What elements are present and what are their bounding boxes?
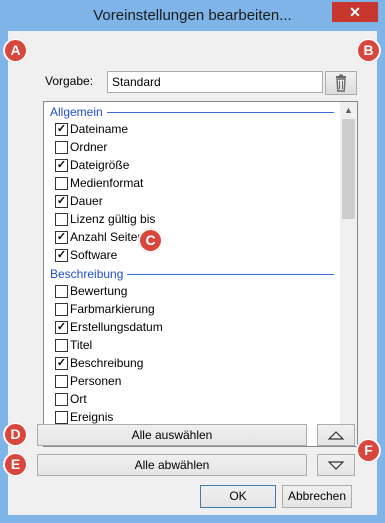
deselect-all-button[interactable]: Alle abwählen <box>37 454 307 476</box>
checkbox-unchecked[interactable] <box>55 177 68 190</box>
checkbox-checked[interactable]: ✓ <box>55 123 68 136</box>
scroll-up-arrow[interactable]: ▲ <box>340 102 357 119</box>
list-item-label: Anzahl Seiten <box>70 230 145 244</box>
marker-a: A <box>3 38 28 63</box>
dialog-window: Voreinstellungen bearbeiten... ✕ Vorgabe… <box>0 0 385 523</box>
checkbox-unchecked[interactable] <box>55 213 68 226</box>
list-item[interactable]: Ort <box>44 390 340 408</box>
checkbox-checked[interactable]: ✓ <box>55 195 68 208</box>
group-header: Beschreibung <box>44 264 340 282</box>
marker-b: B <box>356 38 381 63</box>
list-item[interactable]: ✓ Dateiname <box>44 120 340 138</box>
list-item[interactable]: ✓ Software <box>44 246 340 264</box>
checkbox-checked[interactable]: ✓ <box>55 357 68 370</box>
dialog-title: Voreinstellungen bearbeiten... <box>93 7 292 24</box>
trash-icon <box>336 74 346 92</box>
marker-d: D <box>3 422 28 447</box>
list-item[interactable]: Medienformat <box>44 174 340 192</box>
list-item[interactable]: Personen <box>44 372 340 390</box>
group-header-label: Allgemein <box>50 105 107 119</box>
list-item-label: Erstellungsdatum <box>70 320 163 334</box>
list-item-label: Ereignis <box>70 410 114 424</box>
checkbox-unchecked[interactable] <box>55 303 68 316</box>
checkbox-unchecked[interactable] <box>55 375 68 388</box>
list-item[interactable]: ✓ Beschreibung <box>44 354 340 372</box>
group-header: Allgemein <box>44 102 340 120</box>
cancel-button[interactable]: Abbrechen <box>282 485 352 508</box>
list-item-label: Beschreibung <box>70 356 144 370</box>
ok-button[interactable]: OK <box>200 485 276 508</box>
checkbox-unchecked[interactable] <box>55 393 68 406</box>
list-item-label: Farbmarkierung <box>70 302 155 316</box>
triangle-down-icon <box>327 461 345 470</box>
list-item-label: Dateiname <box>70 122 129 136</box>
column-listbox[interactable]: Allgemein ✓ Dateiname Ordner ✓ Dateigröße Medi… <box>43 101 358 447</box>
move-down-button[interactable] <box>317 454 355 476</box>
scroll-thumb[interactable] <box>342 119 355 219</box>
list-item[interactable]: Titel <box>44 336 340 354</box>
move-up-button[interactable] <box>317 424 355 446</box>
close-button[interactable]: ✕ <box>332 2 378 22</box>
list-item-label: Dateigröße <box>70 158 130 172</box>
list-item-label: Ordner <box>70 140 108 154</box>
list-item-label: Dauer <box>70 194 103 208</box>
checkbox-unchecked[interactable] <box>55 411 68 424</box>
list-item-label: Software <box>70 248 118 262</box>
checkbox-unchecked[interactable] <box>55 285 68 298</box>
list-item[interactable]: Ordner <box>44 138 340 156</box>
list-item[interactable]: Farbmarkierung <box>44 300 340 318</box>
select-all-button[interactable]: Alle auswählen <box>37 424 307 446</box>
marker-c: C <box>138 228 163 253</box>
list-item[interactable]: ✓ Erstellungsdatum <box>44 318 340 336</box>
list-item-label: Bewertung <box>70 284 128 298</box>
list-item[interactable]: Lizenz gültig bis <box>44 210 340 228</box>
list-item-label: Medienformat <box>70 176 144 190</box>
checkbox-checked[interactable]: ✓ <box>55 321 68 334</box>
list-scrollbar[interactable]: ▲ ▼ <box>340 102 357 446</box>
group-header-label: Beschreibung <box>50 267 128 281</box>
list-item-label: Lizenz gültig bis <box>70 212 156 226</box>
title-bar[interactable]: Voreinstellungen bearbeiten... ✕ <box>1 1 384 31</box>
vorgabe-label: Vorgabe: <box>45 74 94 88</box>
checkbox-checked[interactable]: ✓ <box>55 159 68 172</box>
list-item-label: Ort <box>70 392 87 406</box>
column-list: Allgemein ✓ Dateiname Ordner ✓ Dateigröße Medi… <box>44 102 340 444</box>
checkbox-checked[interactable]: ✓ <box>55 231 68 244</box>
delete-preset-button[interactable] <box>325 71 357 95</box>
checkbox-checked[interactable]: ✓ <box>55 249 68 262</box>
list-item[interactable]: Bewertung <box>44 282 340 300</box>
marker-f: F <box>356 438 381 463</box>
checkbox-unchecked[interactable] <box>55 141 68 154</box>
dialog-body: Vorgabe: Allgemein✓DateinameOrdner✓Datei… <box>8 31 377 515</box>
list-item[interactable]: ✓ Dateigröße <box>44 156 340 174</box>
list-item[interactable]: ✓ Dauer <box>44 192 340 210</box>
vorgabe-input[interactable] <box>107 71 323 93</box>
checkbox-unchecked[interactable] <box>55 339 68 352</box>
list-item-label: Personen <box>70 374 122 388</box>
list-item[interactable]: ✓ Anzahl Seiten <box>44 228 340 246</box>
triangle-up-icon <box>327 431 345 440</box>
marker-e: E <box>3 452 28 477</box>
list-item-label: Titel <box>70 338 93 352</box>
